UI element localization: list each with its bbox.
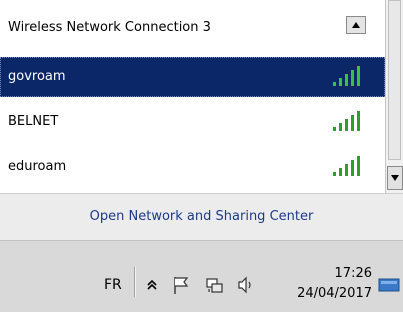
clock[interactable]: 17:26 24/04/2017 — [282, 264, 372, 304]
open-network-sharing-center-link[interactable]: Open Network and Sharing Center — [0, 209, 403, 224]
show-desktop-icon[interactable] — [378, 277, 400, 293]
collapse-section-button[interactable] — [346, 16, 366, 34]
tray-separator — [134, 267, 135, 297]
clock-date: 24/04/2017 — [297, 286, 372, 301]
network-name: govroam — [8, 69, 66, 84]
clock-time: 17:26 — [334, 266, 372, 281]
show-hidden-icons-icon[interactable] — [146, 279, 158, 291]
action-center-flag-icon[interactable] — [172, 275, 192, 295]
network-name: BELNET — [8, 114, 59, 129]
language-indicator[interactable]: FR — [104, 277, 122, 293]
network-item-govroam[interactable]: govroam — [0, 57, 385, 97]
chevron-down-icon — [391, 175, 399, 181]
scrollbar-thumb[interactable] — [388, 0, 401, 160]
wireless-networks-popup: Wireless Network Connection 3 govroam BE… — [0, 0, 403, 240]
scroll-down-button[interactable] — [387, 166, 403, 190]
network-item-eduroam[interactable]: eduroam — [0, 147, 385, 187]
section-header: Wireless Network Connection 3 — [8, 20, 211, 35]
network-name: eduroam — [8, 159, 67, 174]
vertical-scrollbar[interactable] — [385, 0, 403, 193]
network-list: Wireless Network Connection 3 govroam BE… — [0, 0, 385, 193]
network-item-belnet[interactable]: BELNET — [0, 102, 385, 142]
network-icon[interactable] — [205, 275, 225, 295]
signal-strength-icon — [333, 111, 360, 131]
popup-footer: Open Network and Sharing Center — [0, 193, 403, 240]
volume-icon[interactable] — [236, 275, 256, 295]
chevron-up-icon — [352, 22, 360, 28]
signal-strength-icon — [333, 66, 360, 86]
signal-strength-icon — [333, 156, 360, 176]
taskbar: FR 17:26 24/04/2017 — [0, 240, 403, 312]
